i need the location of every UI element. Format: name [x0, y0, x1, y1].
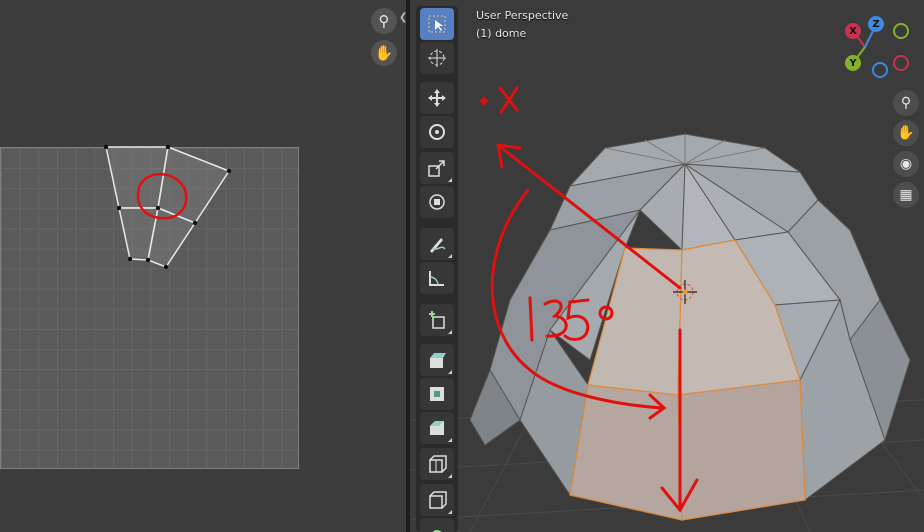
poly-build-tool[interactable]	[420, 518, 454, 532]
gizmo-z-axis[interactable]: Z	[868, 16, 884, 32]
loop-cut-tool[interactable]	[420, 448, 454, 480]
add-cube-icon	[429, 311, 445, 329]
select-box-icon	[428, 15, 446, 33]
measure-icon	[429, 271, 444, 286]
gizmo-neg-x-axis[interactable]	[893, 55, 909, 71]
uv-editor[interactable]: ⚲ ✋	[0, 0, 406, 532]
scale-tool[interactable]	[420, 152, 454, 184]
inset-icon	[430, 387, 444, 401]
extrude-tool[interactable]	[420, 344, 454, 376]
rotate-icon	[429, 124, 445, 140]
move-icon	[428, 89, 446, 107]
camera-icon[interactable]: ◉	[893, 151, 919, 177]
zoom-icon[interactable]: ⚲	[893, 90, 919, 116]
knife-icon	[429, 491, 447, 509]
3d-viewport[interactable]: User Perspective (1) dome X Y Z ⚲ ✋ ◉ ▦	[410, 0, 924, 532]
rotate-tool[interactable]	[420, 116, 454, 148]
zoom-icon[interactable]: ⚲	[371, 8, 397, 34]
object-name: (1) dome	[476, 27, 527, 40]
bevel-tool[interactable]	[420, 412, 454, 444]
transform-icon	[429, 194, 445, 210]
tool-shelf	[416, 6, 458, 532]
gizmo-y-axis[interactable]: Y	[845, 55, 861, 71]
collapse-arrow-icon[interactable]: ❮	[399, 12, 407, 23]
navigation-gizmo[interactable]: X Y Z	[835, 14, 915, 80]
knife-tool[interactable]	[420, 484, 454, 516]
poly-build-icon	[432, 530, 442, 532]
grid-icon[interactable]: ▦	[893, 182, 919, 208]
gizmo-x-axis[interactable]: X	[845, 23, 861, 39]
extrude-icon	[430, 353, 446, 368]
transform-tool[interactable]	[420, 186, 454, 218]
inset-tool[interactable]	[420, 378, 454, 410]
annotate-icon	[430, 238, 446, 253]
add-cube-tool[interactable]	[420, 304, 454, 336]
gizmo-neg-z-axis[interactable]	[872, 62, 888, 78]
annotate-tool[interactable]	[420, 228, 454, 260]
view-name: User Perspective	[476, 9, 569, 22]
cursor-tool[interactable]	[420, 42, 454, 74]
viewport-info: User Perspective (1) dome	[476, 7, 568, 43]
pan-icon[interactable]: ✋	[371, 40, 397, 66]
bevel-icon	[430, 421, 444, 435]
cursor-icon	[428, 49, 446, 67]
loop-cut-icon	[429, 455, 447, 473]
move-tool[interactable]	[420, 82, 454, 114]
gizmo-neg-y-axis[interactable]	[893, 23, 909, 39]
pan-icon[interactable]: ✋	[893, 120, 919, 146]
uv-islands[interactable]	[0, 0, 406, 532]
select-box-tool[interactable]	[420, 8, 454, 40]
measure-tool[interactable]	[420, 262, 454, 294]
scale-icon	[428, 160, 445, 177]
